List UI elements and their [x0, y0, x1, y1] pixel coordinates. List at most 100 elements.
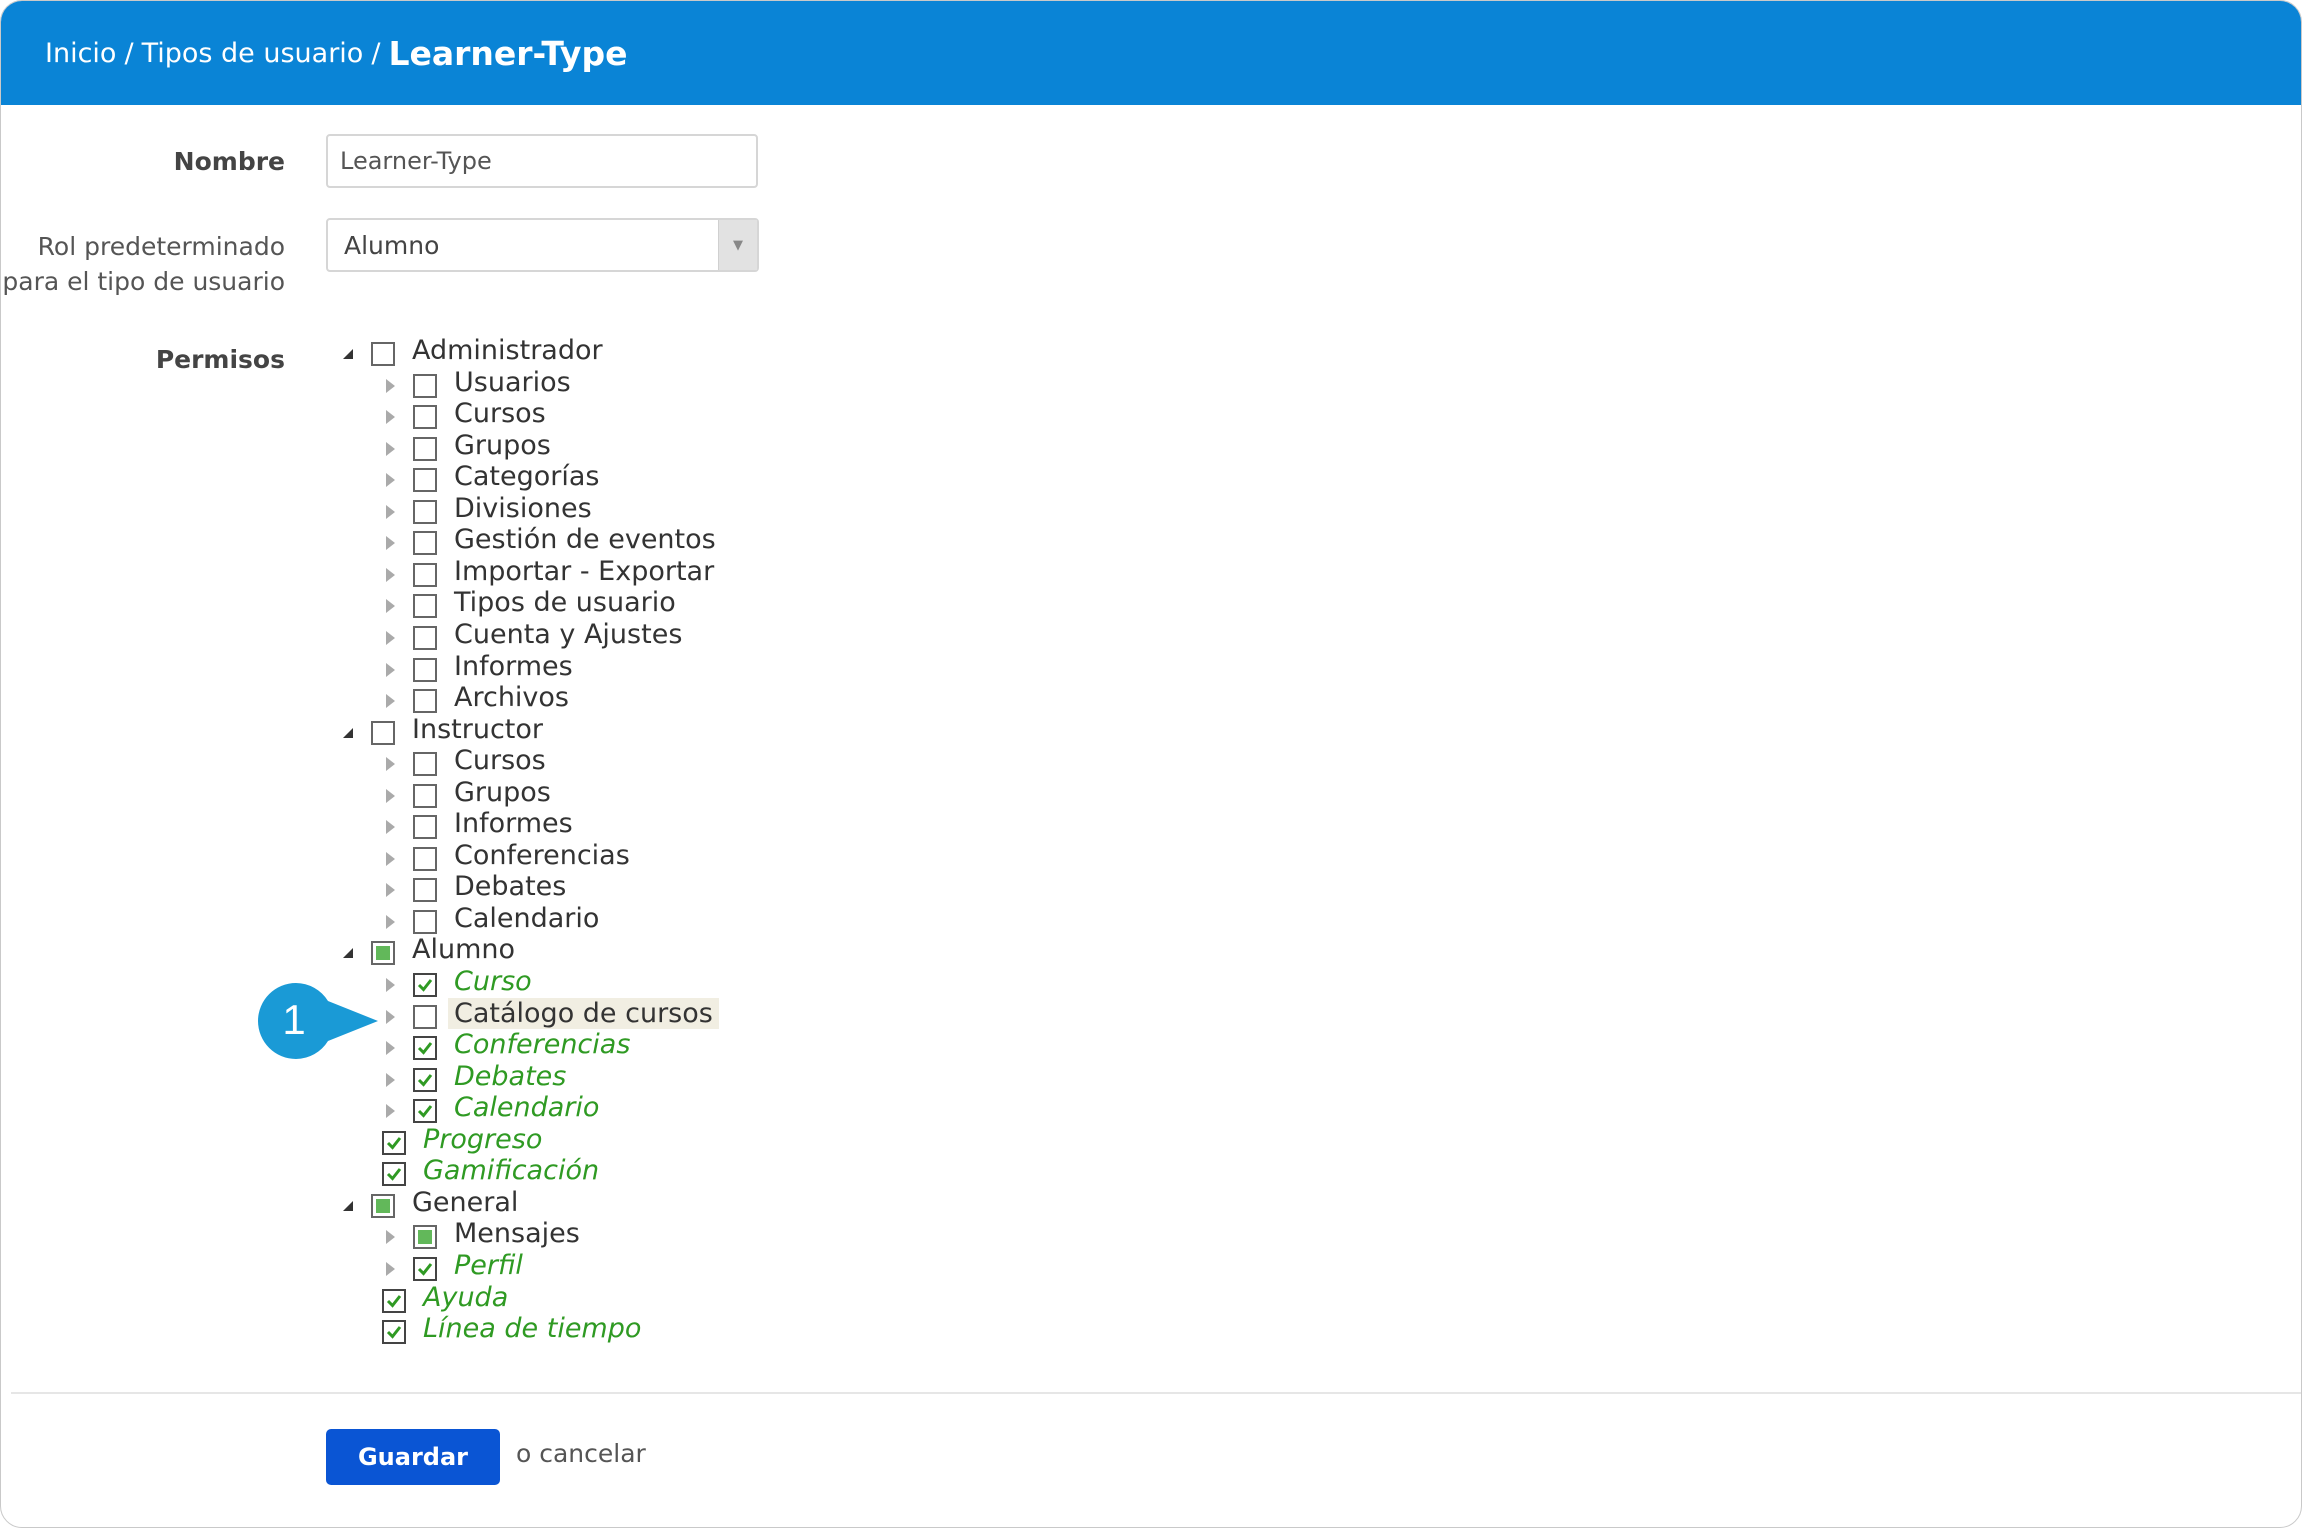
checkbox-unchecked[interactable]: [413, 626, 437, 650]
callout-number: 1: [282, 996, 305, 1043]
collapse-triangle-icon[interactable]: [380, 502, 400, 522]
breadcrumb-separator: /: [371, 37, 381, 69]
checkbox-unchecked[interactable]: [413, 1005, 437, 1029]
collapse-triangle-icon[interactable]: [380, 817, 400, 837]
collapse-triangle-icon[interactable]: [380, 1259, 400, 1279]
collapse-triangle-icon[interactable]: [380, 754, 400, 774]
collapse-triangle-icon[interactable]: [380, 407, 400, 427]
expand-triangle-icon[interactable]: [338, 943, 358, 963]
checkbox-unchecked[interactable]: [413, 784, 437, 808]
tree-item-label: Cursos: [454, 745, 546, 776]
checkbox-unchecked[interactable]: [413, 658, 437, 682]
collapse-triangle-icon[interactable]: [380, 912, 400, 932]
checkmark-icon: [386, 1137, 402, 1150]
tree-item-label: Informes: [454, 651, 573, 682]
collapse-triangle-icon[interactable]: [380, 786, 400, 806]
name-input[interactable]: [326, 134, 758, 188]
collapse-triangle-icon[interactable]: [380, 628, 400, 648]
collapse-triangle-icon[interactable]: [380, 1227, 400, 1247]
tree-item-label: Grupos: [454, 777, 551, 808]
checkmark-icon: [386, 1326, 402, 1339]
checkbox-unchecked[interactable]: [413, 878, 437, 902]
tree-item-label: Gestión de eventos: [454, 524, 716, 555]
tree-item-label: Ayuda: [423, 1282, 509, 1313]
checkbox-partial[interactable]: [413, 1225, 437, 1249]
collapse-triangle-icon[interactable]: [380, 596, 400, 616]
role-label-line1: Rol predeterminado: [37, 232, 285, 261]
collapse-triangle-icon[interactable]: [380, 439, 400, 459]
checkbox-checked[interactable]: [413, 973, 437, 997]
checkbox-unchecked[interactable]: [413, 437, 437, 461]
checkbox-checked[interactable]: [382, 1320, 406, 1344]
collapse-triangle-icon[interactable]: [380, 691, 400, 711]
checkmark-icon: [417, 1074, 433, 1087]
tree-item-label: Archivos: [454, 682, 570, 713]
tree-group-label: General: [412, 1187, 519, 1218]
header-bar: Inicio / Tipos de usuario / Learner-Type: [1, 1, 2301, 105]
tree-item-label: Conferencias: [454, 840, 630, 871]
page: Inicio / Tipos de usuario / Learner-Type…: [0, 0, 2302, 1528]
checkbox-checked[interactable]: [413, 1099, 437, 1123]
breadcrumb-current: Learner-Type: [388, 33, 628, 73]
tree-item-label: Debates: [454, 1061, 567, 1092]
collapse-triangle-icon[interactable]: [380, 376, 400, 396]
tree-group-label: Administrador: [412, 335, 603, 366]
footer-divider: [11, 1392, 2301, 1394]
checkbox-checked[interactable]: [413, 1257, 437, 1281]
checkbox-unchecked[interactable]: [413, 689, 437, 713]
collapse-triangle-icon[interactable]: [380, 533, 400, 553]
breadcrumb-home-link[interactable]: Inicio: [45, 38, 116, 69]
collapse-triangle-icon[interactable]: [380, 849, 400, 869]
checkbox-unchecked[interactable]: [413, 752, 437, 776]
tree-item-label: Grupos: [454, 430, 551, 461]
tree-item-label: Gamificación: [423, 1155, 600, 1186]
expand-triangle-icon[interactable]: [338, 344, 358, 364]
checkbox-checked[interactable]: [413, 1068, 437, 1092]
checkbox-checked[interactable]: [413, 1036, 437, 1060]
checkmark-icon: [417, 979, 433, 992]
checkmark-icon: [417, 1263, 433, 1276]
tree-item-label: Cuenta y Ajustes: [454, 619, 683, 650]
checkbox-unchecked[interactable]: [413, 910, 437, 934]
checkmark-icon: [417, 1105, 433, 1118]
checkmark-icon: [386, 1168, 402, 1181]
save-button[interactable]: Guardar: [326, 1429, 500, 1485]
checkbox-unchecked[interactable]: [413, 531, 437, 555]
collapse-triangle-icon[interactable]: [380, 660, 400, 680]
checkbox-checked[interactable]: [382, 1131, 406, 1155]
collapse-triangle-icon[interactable]: [380, 880, 400, 900]
checkbox-unchecked[interactable]: [413, 468, 437, 492]
tree-item-label: Línea de tiempo: [423, 1313, 642, 1344]
collapse-triangle-icon[interactable]: [380, 470, 400, 490]
cancel-link[interactable]: o cancelar: [516, 1439, 646, 1468]
breadcrumb-section-link[interactable]: Tipos de usuario: [142, 38, 364, 69]
expand-triangle-icon[interactable]: [338, 1196, 358, 1216]
checkbox-partial[interactable]: [371, 1194, 395, 1218]
collapse-triangle-icon[interactable]: [380, 1101, 400, 1121]
checkbox-unchecked[interactable]: [413, 815, 437, 839]
checkbox-unchecked[interactable]: [413, 594, 437, 618]
tree-item-label: Informes: [454, 808, 573, 839]
checkbox-unchecked[interactable]: [371, 721, 395, 745]
checkbox-unchecked[interactable]: [371, 342, 395, 366]
checkbox-unchecked[interactable]: [413, 500, 437, 524]
checkbox-unchecked[interactable]: [413, 847, 437, 871]
collapse-triangle-icon[interactable]: [380, 565, 400, 585]
tree-item-label: Calendario: [454, 903, 600, 934]
role-label-line2: para el tipo de usuario: [2, 267, 285, 296]
permissions-label: Permisos: [155, 345, 285, 374]
collapse-triangle-icon[interactable]: [380, 1070, 400, 1090]
checkbox-checked[interactable]: [382, 1289, 406, 1313]
checkbox-checked[interactable]: [382, 1162, 406, 1186]
checkbox-unchecked[interactable]: [413, 374, 437, 398]
expand-triangle-icon[interactable]: [338, 723, 358, 743]
role-select-value: Alumno: [344, 230, 440, 260]
checkbox-unchecked[interactable]: [413, 405, 437, 429]
checkbox-unchecked[interactable]: [413, 563, 437, 587]
tree-group-label: Alumno: [412, 934, 516, 965]
dropdown-arrow-icon[interactable]: ▼: [718, 220, 757, 270]
tree-item-label: Progreso: [423, 1124, 543, 1155]
role-select[interactable]: Alumno ▼: [326, 218, 759, 272]
checkmark-icon: [386, 1295, 402, 1308]
checkbox-partial[interactable]: [371, 941, 395, 965]
